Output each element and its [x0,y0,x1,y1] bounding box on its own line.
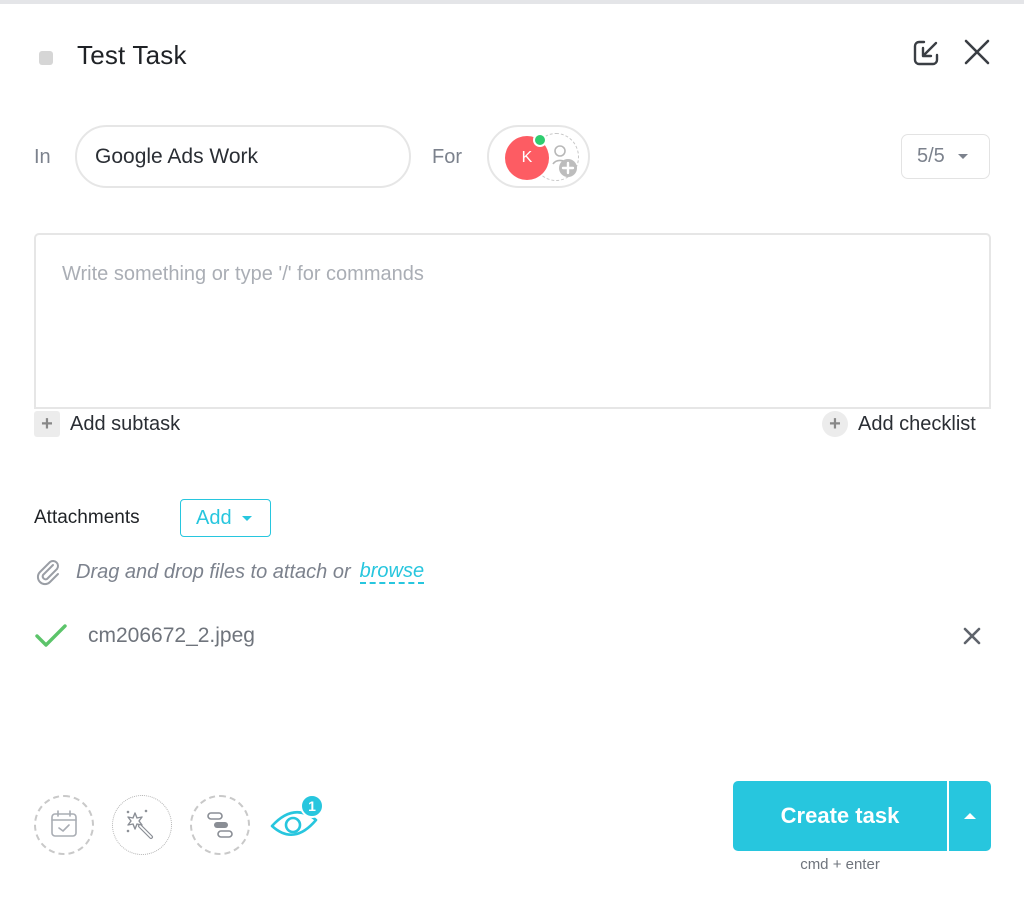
create-options-button[interactable] [949,781,991,851]
due-date-button[interactable] [34,795,94,855]
online-status-dot [533,133,547,147]
in-label: In [34,146,51,168]
close-button[interactable] [962,37,992,67]
minimize-icon [913,40,939,66]
description-input[interactable] [36,235,989,407]
browse-link[interactable]: browse [359,560,425,584]
status-square-icon[interactable] [39,51,53,65]
check-icon [35,624,67,647]
create-task-button[interactable]: Create task [733,781,947,851]
count-value: 5/5 [917,145,945,167]
close-icon [964,39,990,65]
automation-button[interactable] [112,795,172,855]
task-title[interactable]: Test Task [77,40,187,71]
calendar-check-icon [51,810,77,837]
attachment-filename: cm206672_2.jpeg [88,624,255,647]
keyboard-shortcut-hint: cmd + enter [800,856,880,873]
dependencies-button[interactable] [190,795,250,855]
attachment-item: cm206672_2.jpeg [34,620,991,652]
chevron-down-icon [241,515,252,521]
attachment-dropzone[interactable]: Drag and drop files to attach or browse [34,558,425,586]
list-selector[interactable]: Google Ads Work [75,125,411,188]
plus-icon: + [822,411,848,437]
list-name: Google Ads Work [95,144,259,168]
create-task-group: Create task [733,781,991,851]
dropzone-text: Drag and drop files to attach or [76,560,351,583]
add-attachment-dropdown[interactable]: Add [180,499,271,537]
count-dropdown[interactable]: 5/5 [901,134,990,179]
for-label: For [432,146,462,168]
assignee-selector[interactable]: K [487,125,590,188]
chevron-up-icon [964,813,976,819]
add-checklist-button[interactable]: + Add checklist [822,410,976,438]
top-divider [0,0,1024,4]
add-attachment-label: Add [196,506,232,529]
description-editor[interactable] [34,233,991,409]
attachments-heading: Attachments [34,507,140,528]
avatar-initial: K [521,149,533,166]
add-subtask-button[interactable]: + Add subtask [34,410,180,438]
minimize-button[interactable] [911,38,941,68]
plus-icon: + [34,411,60,437]
watchers-button[interactable]: 1 [268,794,328,854]
gantt-icon [207,812,233,838]
chevron-down-icon [957,154,968,159]
remove-attachment-icon[interactable] [961,625,983,647]
add-checklist-label: Add checklist [858,412,976,435]
paperclip-icon [36,560,59,586]
magic-wand-icon [126,809,153,839]
watchers-count-badge: 1 [300,794,324,818]
add-subtask-label: Add subtask [70,412,181,435]
